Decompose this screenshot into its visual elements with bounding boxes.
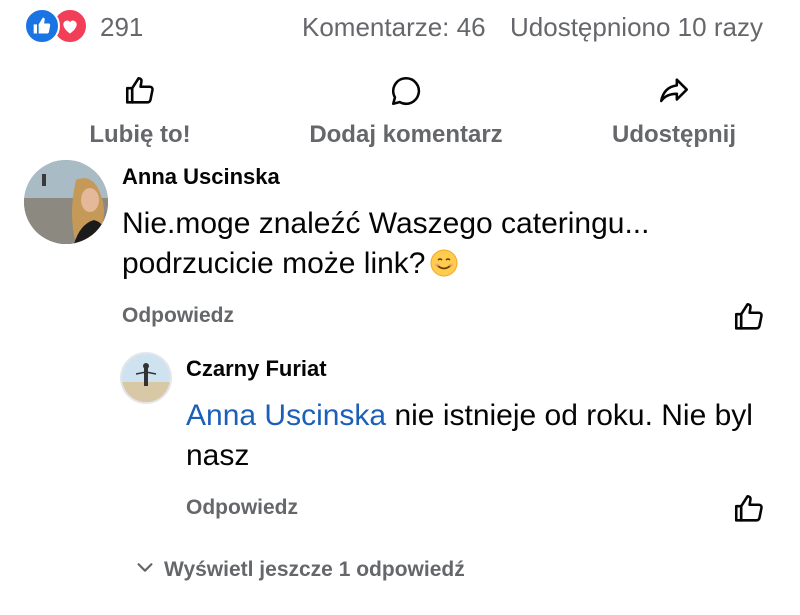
view-more-replies-button[interactable]: Wyświetl jeszcze 1 odpowiedź bbox=[134, 556, 465, 583]
comment-text: Anna Uscinska nie istnieje od roku. Nie … bbox=[186, 396, 786, 476]
thumb-up-icon bbox=[732, 494, 766, 530]
reaction-icons[interactable] bbox=[24, 8, 94, 44]
like-label: Lubię to! bbox=[89, 121, 191, 148]
like-reaction-icon bbox=[24, 8, 60, 44]
reply-button[interactable]: Odpowiedz bbox=[186, 496, 298, 520]
share-label: Udostępnij bbox=[612, 121, 736, 148]
comment-button[interactable]: Dodaj komentarz bbox=[286, 74, 526, 149]
speech-bubble-icon bbox=[389, 74, 423, 113]
comment-author[interactable]: Anna Uscinska bbox=[122, 164, 280, 190]
mention-link[interactable]: Anna Uscinska bbox=[186, 399, 386, 432]
thumb-up-icon bbox=[732, 302, 766, 338]
comment-text: Nie.moge znaleźć Waszego cateringu... po… bbox=[122, 204, 742, 284]
comment-author[interactable]: Czarny Furiat bbox=[186, 356, 327, 382]
share-button[interactable]: Udostępnij bbox=[554, 74, 794, 149]
like-button[interactable]: Lubię to! bbox=[20, 74, 260, 149]
shares-count[interactable]: Udostępniono 10 razy bbox=[510, 12, 763, 43]
comment-text-content: Nie.moge znaleźć Waszego cateringu... po… bbox=[122, 207, 650, 280]
chevron-down-icon bbox=[134, 556, 156, 583]
view-more-replies-label: Wyświetl jeszcze 1 odpowiedź bbox=[164, 557, 465, 581]
reaction-count[interactable]: 291 bbox=[100, 12, 143, 43]
comments-count[interactable]: Komentarze: 46 bbox=[302, 12, 486, 43]
avatar[interactable] bbox=[120, 352, 172, 404]
reply-button[interactable]: Odpowiedz bbox=[122, 304, 234, 328]
comment-like-button[interactable] bbox=[732, 492, 766, 531]
comment-like-button[interactable] bbox=[732, 300, 766, 339]
comment-label: Dodaj komentarz bbox=[309, 121, 503, 148]
thumb-up-icon bbox=[123, 74, 157, 113]
smiling-emoji-icon bbox=[429, 248, 459, 278]
avatar[interactable] bbox=[24, 160, 108, 244]
share-arrow-icon bbox=[657, 74, 691, 113]
